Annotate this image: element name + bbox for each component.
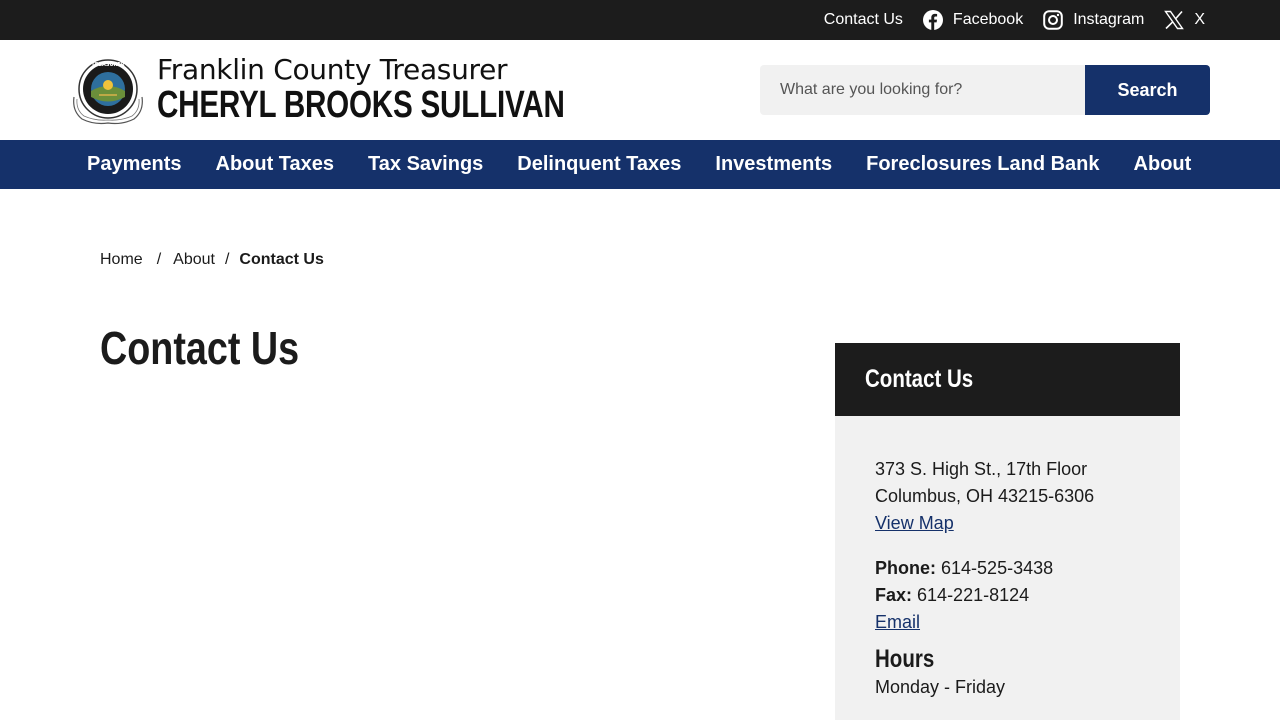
search-input[interactable] [760,65,1085,115]
x-link[interactable]: X [1164,10,1205,30]
contact-card-header: Contact Us [835,343,1180,416]
x-label: X [1194,11,1205,28]
contact-card: Contact Us 373 S. High St., 17th Floor C… [835,343,1180,720]
nav-item-payments[interactable]: Payments [70,140,199,189]
svg-text:TREASURER: TREASURER [91,62,124,68]
nav-item-delinquent-taxes[interactable]: Delinquent Taxes [500,140,698,189]
fax-label: Fax: [875,585,913,605]
hours-heading: Hours [875,645,935,673]
person-name: CHERYL BROOKS SULLIVAN [157,84,565,126]
fax-row: Fax: 614-221-8124 [875,582,1180,609]
page-title: Contact Us [100,322,300,374]
address-line-2: Columbus, OH 43215-6306 [875,486,1095,506]
breadcrumb-home[interactable]: Home [100,251,143,269]
breadcrumb-current: Contact Us [239,251,324,268]
nav-item-tax-savings[interactable]: Tax Savings [351,140,500,189]
main-nav: Payments About Taxes Tax Savings Delinqu… [0,140,1280,189]
utility-bar: Contact Us Facebook Instagram X [0,0,1280,40]
nav-item-foreclosures-land-bank[interactable]: Foreclosures Land Bank [849,140,1116,189]
contact-card-body: 373 S. High St., 17th Floor Columbus, OH… [835,416,1180,701]
nav-item-investments[interactable]: Investments [698,140,849,189]
breadcrumb-separator: / [224,251,230,268]
phone-row: Phone: 614-525-3438 [875,555,1180,582]
email-link[interactable]: Email [875,612,920,632]
nav-item-about[interactable]: About [1117,140,1209,189]
search-button[interactable]: Search [1085,65,1210,115]
facebook-icon [922,10,943,30]
contact-card-title: Contact Us [865,365,974,393]
breadcrumb-about[interactable]: About [173,251,215,269]
breadcrumb: Home / About / Contact Us [100,251,324,269]
instagram-label: Instagram [1073,11,1145,28]
instagram-icon [1043,10,1063,30]
brand-text: Franklin County Treasurer CHERYL BROOKS … [157,53,680,126]
x-icon [1164,10,1185,30]
address-line-1: 373 S. High St., 17th Floor [875,459,1088,479]
fax-value: 614-221-8124 [917,585,1030,605]
view-map-link[interactable]: View Map [875,513,954,533]
contact-us-link[interactable]: Contact Us [824,11,903,29]
phone-value: 614-525-3438 [941,558,1054,578]
site-search: Search [760,65,1210,115]
site-header: TREASURER Franklin County Treasurer CHER… [0,40,1280,140]
org-name: Franklin County Treasurer [157,53,508,86]
nav-item-about-taxes[interactable]: About Taxes [199,140,352,189]
utility-links: Contact Us Facebook Instagram X [824,0,1205,40]
contact-us-label: Contact Us [823,11,903,28]
county-seal-icon: TREASURER [68,53,148,127]
facebook-label: Facebook [952,11,1024,28]
instagram-link[interactable]: Instagram [1043,10,1144,30]
breadcrumb-separator: / [156,251,162,268]
phone-label: Phone: [875,558,936,578]
site-logo-link[interactable]: TREASURER Franklin County Treasurer CHER… [68,53,680,127]
hours-days: Monday - Friday [875,677,1006,697]
facebook-link[interactable]: Facebook [922,10,1024,30]
